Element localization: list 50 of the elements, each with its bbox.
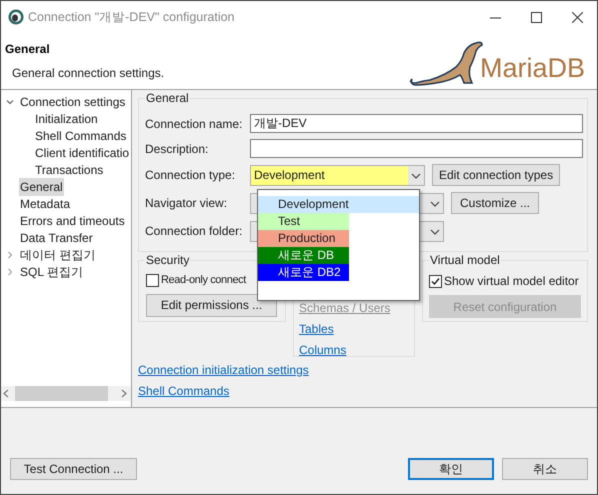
- tree-item[interactable]: Errors and timeouts: [19, 212, 126, 230]
- checkbox[interactable]: [146, 274, 159, 287]
- dropdown-option[interactable]: Development: [258, 196, 419, 213]
- tree-item[interactable]: 데이터 편집기: [19, 246, 96, 264]
- link[interactable]: Tables: [299, 320, 409, 338]
- checkbox-label: Show virtual model editor: [444, 273, 579, 290]
- text-field[interactable]: 개발-DEV: [250, 114, 583, 133]
- combo-box[interactable]: Development: [250, 164, 425, 186]
- checkbox-label: Read-only connect: [161, 273, 246, 288]
- action-button[interactable]: Edit connection types: [432, 164, 560, 186]
- logo-text: MariaDB: [480, 52, 585, 82]
- link[interactable]: Connection initialization settings: [138, 361, 309, 379]
- tree-item[interactable]: Transactions: [34, 160, 104, 178]
- page-description: General connection settings.: [11, 65, 164, 82]
- dialog-button[interactable]: 확인: [408, 458, 494, 480]
- dropdown-option[interactable]: 새로운 DB: [258, 247, 349, 264]
- scrollbar-thumb[interactable]: [15, 386, 108, 401]
- dialog-button[interactable]: Test Connection ...: [10, 458, 137, 480]
- chevron-right-icon[interactable]: [5, 250, 15, 260]
- tree-item[interactable]: SQL 편집기: [19, 262, 84, 280]
- window-title: Connection "개발-DEV" configuration: [28, 8, 234, 26]
- checkbox[interactable]: [429, 274, 442, 288]
- page-title: General: [5, 41, 51, 58]
- field-label: Connection type:: [145, 167, 236, 184]
- dropdown-option[interactable]: Production: [258, 230, 349, 247]
- tree-item[interactable]: Metadata: [19, 194, 72, 212]
- dialog-button[interactable]: 취소: [502, 458, 588, 480]
- combo-value: Development: [251, 166, 408, 184]
- text-field[interactable]: [250, 139, 583, 158]
- tree-item[interactable]: Data Transfer: [19, 228, 94, 246]
- close-icon[interactable]: [572, 12, 583, 22]
- tree-item[interactable]: General: [19, 178, 64, 196]
- link[interactable]: Columns: [299, 341, 409, 359]
- tree-item[interactable]: Shell Commands: [34, 126, 128, 144]
- app-icon: [8, 9, 24, 25]
- action-button[interactable]: Customize ...: [451, 192, 539, 214]
- tree-item[interactable]: Initialization: [34, 110, 99, 128]
- dropdown-option[interactable]: Test: [258, 213, 349, 230]
- link[interactable]: Shell Commands: [138, 382, 230, 400]
- field-label: Connection folder:: [145, 223, 244, 240]
- tree-item[interactable]: Connection settings: [19, 92, 126, 110]
- dropdown-option[interactable]: 새로운 DB2: [258, 264, 349, 281]
- edit-permissions-button[interactable]: Edit permissions ...: [146, 294, 277, 316]
- maximize-icon[interactable]: [531, 12, 542, 22]
- tree-item[interactable]: Client identificatio: [34, 144, 130, 162]
- field-label: Description:: [145, 140, 210, 158]
- chevron-right-icon[interactable]: [5, 266, 15, 276]
- field-label: Connection name:: [145, 116, 244, 132]
- field-label: Navigator view:: [145, 195, 228, 212]
- group-title: Security: [145, 253, 190, 268]
